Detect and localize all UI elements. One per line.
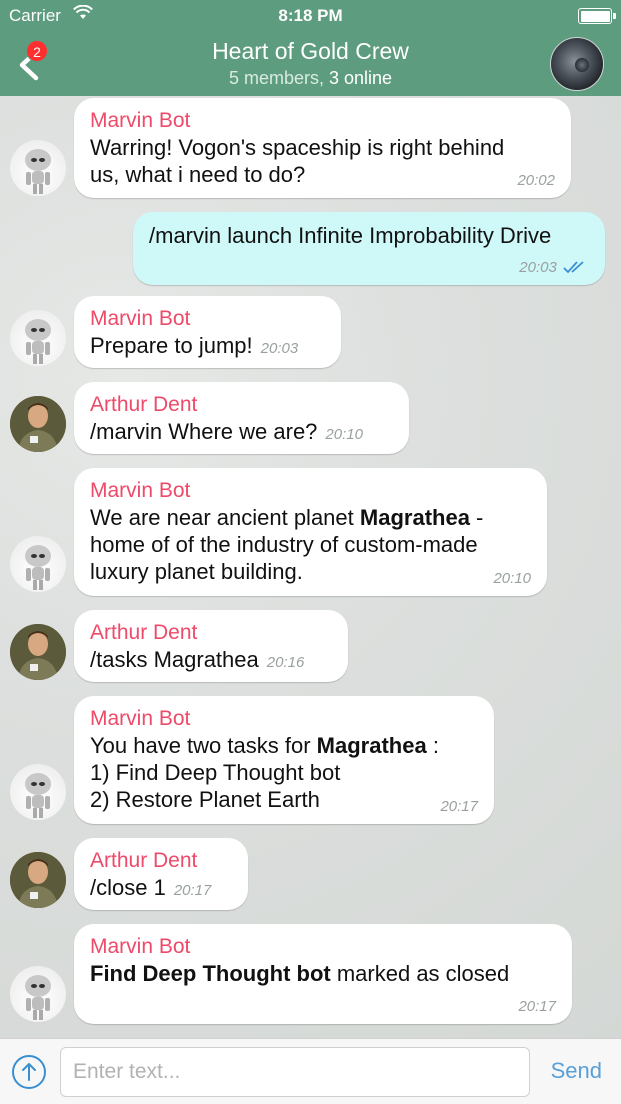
online-count: 3 online (328, 68, 393, 88)
message-text: Find Deep Thought bot marked as closed (90, 961, 510, 986)
message-bubble[interactable]: Marvin Bot Prepare to jump! 20:03 (74, 296, 341, 368)
sender-name: Arthur Dent (90, 393, 198, 416)
sender-name: Marvin Bot (90, 707, 191, 730)
message-text: /marvin Where we are? 20:10 (90, 419, 363, 444)
status-time: 8:18 PM (278, 6, 343, 25)
battery-icon (578, 8, 616, 24)
navigation-bar: Carrier 8:18 PM 2 Heart of Gold Crew 5 m… (0, 0, 621, 96)
message-bubble[interactable]: Marvin Bot We are near ancient planet Ma… (74, 468, 547, 596)
chat-subtitle: 5 members, 3 online (0, 68, 621, 89)
message-list[interactable]: Marvin Bot Warring! Vogon's spaceship is… (0, 96, 621, 1038)
message-bubble[interactable]: Arthur Dent /marvin Where we are? 20:10 (74, 382, 409, 454)
message-time: 20:17 (518, 998, 556, 1015)
robot-avatar[interactable] (10, 310, 66, 366)
composer-bar: Send (0, 1038, 621, 1104)
message-time: 20:16 (266, 654, 305, 671)
message-bubble[interactable]: Arthur Dent /tasks Magrathea 20:16 (74, 610, 348, 682)
send-button[interactable]: Send (551, 1058, 602, 1084)
message-text: We are near ancient planet Magrathea - h… (90, 505, 484, 584)
robot-avatar[interactable] (10, 536, 66, 592)
message-text: /close 1 20:17 (90, 875, 212, 900)
sender-name: Marvin Bot (90, 307, 191, 330)
message-time-status: 20:03 (519, 259, 589, 276)
sender-name: Arthur Dent (90, 849, 198, 872)
message-bubble[interactable]: Arthur Dent /close 1 20:17 (74, 838, 248, 910)
members-count: 5 members, (228, 68, 324, 88)
robot-avatar[interactable] (10, 966, 66, 1022)
message-text: You have two tasks for Magrathea : 1) Fi… (90, 733, 439, 812)
message-bubble[interactable]: Marvin Bot Warring! Vogon's spaceship is… (74, 98, 571, 198)
arthur-avatar[interactable] (10, 624, 66, 680)
robot-avatar[interactable] (10, 140, 66, 196)
message-bubble[interactable]: Marvin Bot Find Deep Thought bot marked … (74, 924, 572, 1024)
message-time: 20:17 (173, 882, 212, 899)
message-input[interactable] (60, 1047, 530, 1097)
message-time: 20:17 (440, 798, 478, 815)
message-time: 20:03 (260, 340, 299, 357)
outgoing-message-bubble[interactable]: /marvin launch Infinite Improbability Dr… (133, 212, 605, 285)
sender-name: Marvin Bot (90, 479, 191, 502)
arrow-up-icon (22, 1062, 36, 1081)
sender-name: Marvin Bot (90, 935, 191, 958)
attach-button[interactable] (12, 1055, 46, 1089)
arthur-avatar[interactable] (10, 396, 66, 452)
message-text: /tasks Magrathea 20:16 (90, 647, 305, 672)
double-check-icon (563, 261, 584, 274)
robot-avatar[interactable] (10, 764, 66, 820)
message-text: /marvin launch Infinite Improbability Dr… (149, 223, 552, 248)
message-time: 20:10 (325, 426, 363, 443)
sender-name: Arthur Dent (90, 621, 198, 644)
message-text: Warring! Vogon's spaceship is right behi… (90, 135, 505, 187)
status-bar: Carrier 8:18 PM (0, 0, 621, 32)
message-bubble[interactable]: Marvin Bot You have two tasks for Magrat… (74, 696, 494, 824)
arthur-avatar[interactable] (10, 852, 66, 908)
chat-title[interactable]: Heart of Gold Crew (0, 38, 621, 65)
message-text: Prepare to jump! 20:03 (90, 333, 299, 358)
message-time: 20:10 (493, 570, 531, 587)
group-avatar[interactable] (550, 37, 604, 91)
message-time: 20:02 (517, 172, 555, 189)
sender-name: Marvin Bot (90, 109, 191, 132)
